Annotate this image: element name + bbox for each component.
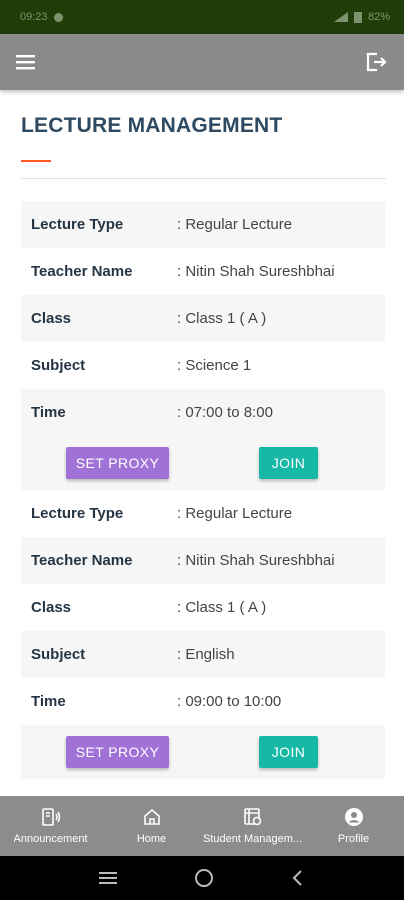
field-label: Subject — [31, 357, 86, 374]
field-value: : Class 1 ( A ) — [177, 310, 267, 327]
join-button[interactable]: JOIN — [259, 736, 318, 768]
field-label: Class — [31, 310, 72, 327]
logout-icon[interactable] — [364, 50, 388, 74]
nav-label: Announcement — [13, 833, 88, 845]
status-time: 09:23 — [20, 11, 48, 23]
field-label: Teacher Name — [31, 552, 133, 569]
nav-item-profile[interactable]: Profile — [303, 796, 404, 856]
battery-icon — [353, 12, 362, 23]
field-label: Lecture Type — [31, 505, 124, 522]
field-value: : English — [177, 646, 235, 663]
field-label: Subject — [31, 646, 86, 663]
action-row: SET PROXY JOIN — [21, 725, 385, 779]
action-row: SET PROXY JOIN — [21, 436, 385, 490]
set-proxy-button[interactable]: SET PROXY — [66, 447, 169, 479]
teacher-name-row: Teacher Name : Nitin Shah Sureshbhai — [21, 537, 385, 584]
system-navigation-bar — [0, 856, 404, 900]
field-label: Teacher Name — [31, 263, 133, 280]
set-proxy-button[interactable]: SET PROXY — [66, 736, 169, 768]
announcement-icon — [41, 808, 60, 826]
page-title: LECTURE MANAGEMENT — [21, 114, 283, 137]
join-button[interactable]: JOIN — [259, 447, 318, 479]
field-value: : Science 1 — [177, 357, 252, 374]
nav-label: Profile — [337, 833, 370, 845]
field-label: Time — [31, 693, 66, 710]
subject-row: Subject : Science 1 — [21, 342, 385, 389]
subject-row: Subject : English — [21, 631, 385, 678]
field-label: Lecture Type — [31, 216, 124, 233]
field-value: : 09:00 to 10:00 — [177, 693, 282, 710]
field-label: Time — [31, 404, 66, 421]
profile-icon — [344, 808, 363, 826]
back-icon[interactable] — [290, 868, 306, 888]
field-value: : Nitin Shah Sureshbhai — [177, 263, 335, 280]
notification-icon — [53, 12, 63, 22]
nav-item-home[interactable]: Home — [101, 796, 202, 856]
lecture-card: Lecture Type : Regular Lecture Teacher N… — [21, 201, 385, 490]
field-value: : Nitin Shah Sureshbhai — [177, 552, 335, 569]
field-value: : Regular Lecture — [177, 216, 293, 233]
student-management-icon — [243, 808, 261, 826]
home-icon — [143, 808, 160, 825]
main-content[interactable]: LECTURE MANAGEMENT Lecture Type : Regula… — [0, 90, 404, 796]
nav-item-announcement[interactable]: Announcement — [0, 796, 101, 856]
title-underline — [21, 160, 51, 162]
recent-apps-icon[interactable] — [98, 870, 118, 886]
lecture-type-row: Lecture Type : Regular Lecture — [21, 490, 385, 537]
field-value: : Class 1 ( A ) — [177, 599, 267, 616]
lecture-type-row: Lecture Type : Regular Lecture — [21, 201, 385, 248]
app-bar — [0, 34, 404, 90]
status-bar: 09:23 82% — [0, 0, 404, 34]
nav-label: Home — [136, 833, 167, 845]
lecture-card: Lecture Type : Regular Lecture Teacher N… — [21, 490, 385, 779]
divider — [21, 178, 386, 179]
field-label: Class — [31, 599, 72, 616]
nav-label: Student Managem... — [202, 833, 303, 845]
time-row: Time : 07:00 to 8:00 — [21, 389, 385, 436]
field-value: : Regular Lecture — [177, 505, 293, 522]
field-value: : 07:00 to 8:00 — [177, 404, 273, 421]
bottom-navigation: Announcement Home Student Managem... Pro… — [0, 796, 404, 856]
home-circle-icon[interactable] — [194, 868, 214, 888]
class-row: Class : Class 1 ( A ) — [21, 584, 385, 631]
time-row: Time : 09:00 to 10:00 — [21, 678, 385, 725]
teacher-name-row: Teacher Name : Nitin Shah Sureshbhai — [21, 248, 385, 295]
hamburger-menu-icon[interactable] — [14, 50, 38, 74]
class-row: Class : Class 1 ( A ) — [21, 295, 385, 342]
signal-icon — [333, 12, 348, 22]
nav-item-student-management[interactable]: Student Managem... — [202, 796, 303, 856]
battery-level: 82% — [367, 11, 390, 23]
